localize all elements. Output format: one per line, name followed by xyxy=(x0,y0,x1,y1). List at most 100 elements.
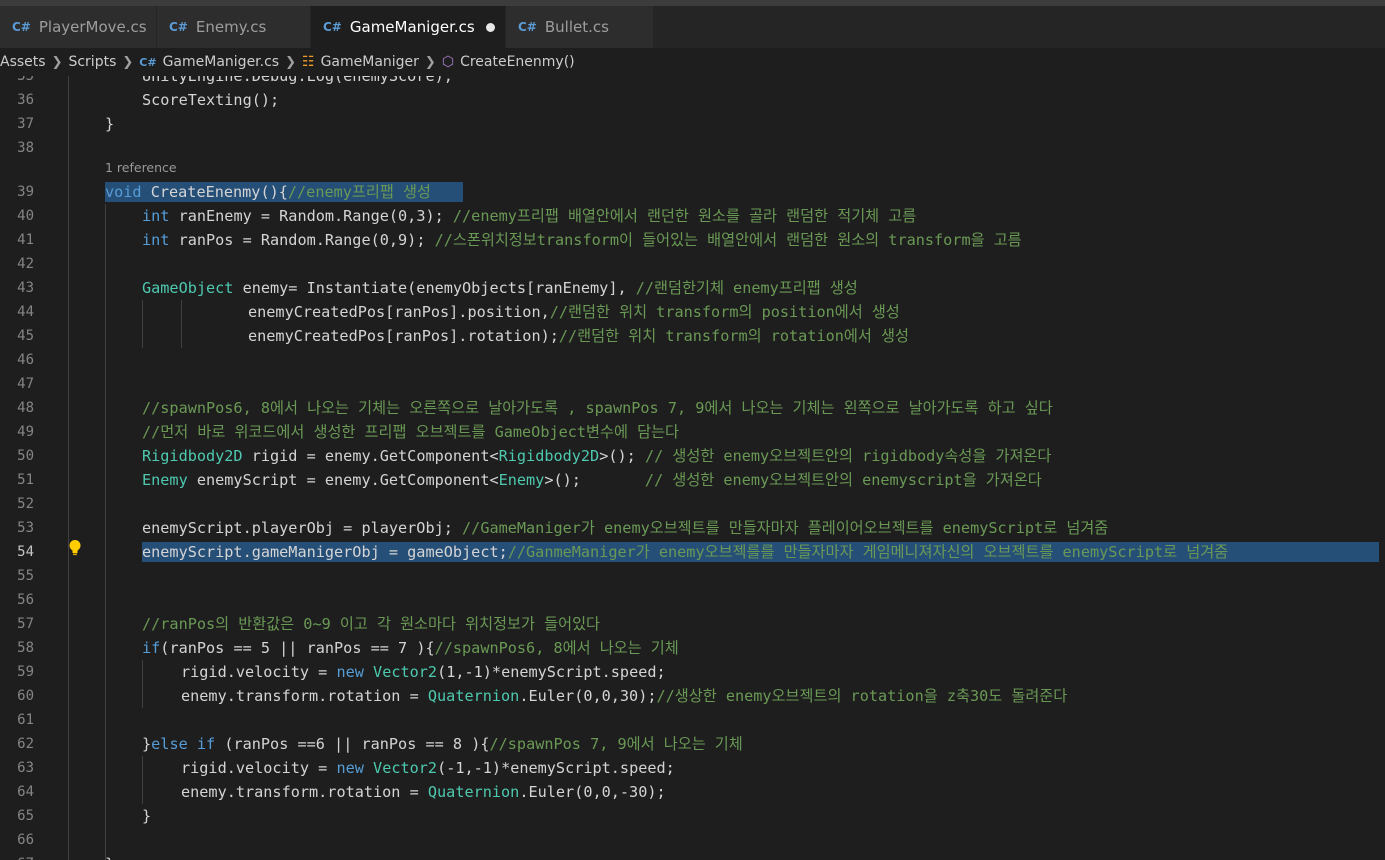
line-number: 61 xyxy=(17,712,34,728)
code-token: enemyCreatedPos[ranPos].rotation); xyxy=(248,327,559,345)
code-line-65[interactable]: 65} xyxy=(0,804,1385,828)
line-number: 42 xyxy=(17,256,34,272)
tab-gamemaniger-cs[interactable]: C# GameManiger.cs xyxy=(311,6,506,48)
unsaved-dot-icon[interactable] xyxy=(485,22,495,32)
code-line-51[interactable]: 51 Enemy enemyScript = enemy.GetComponent… xyxy=(0,468,1385,492)
code-line-44[interactable]: 44 enemyCreatedPos[ranPos].position,//랜덤한… xyxy=(0,300,1385,324)
code-line-46[interactable]: 46 xyxy=(0,348,1385,372)
code-line-61[interactable]: 61 xyxy=(0,708,1385,732)
code-line-67[interactable]: 67} xyxy=(0,852,1385,860)
code-line-62[interactable]: 62}else if (ranPos ==6 || ranPos == 8 ){… xyxy=(0,732,1385,756)
code-comment: //먼저 바로 위코드에서 생성한 프리팹 오브젝트를 GameObject변수… xyxy=(142,423,680,441)
code-token: >(); xyxy=(544,471,645,489)
tab-label: Enemy.cs xyxy=(195,18,267,36)
code-token: enemyScript.gameManigerObj = gameObject; xyxy=(142,543,508,561)
code-text: enemy.transform.rotation = Quaternion.Eu… xyxy=(181,780,666,804)
code-token: rigid.velocity = xyxy=(181,759,337,777)
line-number: 60 xyxy=(17,688,34,704)
chevron-right-icon: ❯ xyxy=(51,54,63,70)
code-line-52[interactable]: 52 xyxy=(0,492,1385,516)
code-keyword: new xyxy=(336,759,364,777)
code-line-40[interactable]: 40 int ranEnemy = Random.Range(0,3); //en… xyxy=(0,204,1385,228)
code-text: enemyCreatedPos[ranPos].position,//랜덤한 위… xyxy=(248,300,900,324)
code-line-53[interactable]: 53 enemyScript.playerObj = playerObj; //G… xyxy=(0,516,1385,540)
line-number: 46 xyxy=(17,352,34,368)
tab-playermove-cs[interactable]: C# PlayerMove.cs xyxy=(0,6,157,48)
line-number: 45 xyxy=(17,328,34,344)
tab-bullet-cs[interactable]: C# Bullet.cs xyxy=(506,6,654,48)
code-token: enemy.transform.rotation = xyxy=(181,687,428,705)
code-line-58[interactable]: 58 if(ranPos == 5 || ranPos == 7 ){//spaw… xyxy=(0,636,1385,660)
code-token: CreateEnenmy(){ xyxy=(141,183,288,201)
code-line-41[interactable]: 41 int ranPos = Random.Range(0,9); //스폰위치… xyxy=(0,228,1385,252)
code-text: //먼저 바로 위코드에서 생성한 프리팹 오브젝트를 GameObject변수… xyxy=(142,420,679,444)
breadcrumb-scripts[interactable]: Scripts xyxy=(68,54,116,70)
line-number: 38 xyxy=(17,140,34,156)
code-line-50[interactable]: 50 Rigidbody2D rigid = enemy.GetComponent… xyxy=(0,444,1385,468)
code-token: UnityEngine.Debug.Log(enemyScore); xyxy=(142,76,453,85)
breadcrumb-file[interactable]: GameManiger.cs xyxy=(163,54,280,70)
code-line-35[interactable]: 35 UnityEngine.Debug.Log(enemyScore); xyxy=(0,76,1385,88)
code-editor[interactable]: 1 reference 35 UnityEngine.Debug.Log(enem… xyxy=(0,76,1385,860)
code-token: >(); xyxy=(599,447,645,465)
breadcrumb-class[interactable]: GameManiger xyxy=(321,54,419,70)
breadcrumb-method[interactable]: CreateEnenmy() xyxy=(460,54,575,70)
code-text: //ranPos의 반환값은 0~9 이고 각 원소마다 위치정보가 들어있다 xyxy=(142,612,600,636)
code-line-42[interactable]: 42 xyxy=(0,252,1385,276)
code-text: ScoreTexting(); xyxy=(142,88,279,112)
line-number: 39 xyxy=(17,184,34,200)
code-text: //spawnPos6, 8에서 나오는 기체는 오른쪽으로 날아가도록 , s… xyxy=(142,396,1053,420)
code-line-60[interactable]: 60 enemy.transform.rotation = Quaternion.… xyxy=(0,684,1385,708)
csharp-file-icon: C# xyxy=(323,20,342,34)
line-number: 35 xyxy=(17,76,34,84)
code-token: .Euler(0,0,-30); xyxy=(519,783,666,801)
code-keyword: void xyxy=(105,183,142,201)
code-token: (ranPos == 5 || ranPos == 7 ){ xyxy=(160,639,435,657)
code-type: Rigidbody2D xyxy=(142,447,243,465)
code-line-55[interactable]: 55 xyxy=(0,564,1385,588)
code-line-59[interactable]: 59 rigid.velocity = new Vector2(1,-1)*ene… xyxy=(0,660,1385,684)
breadcrumb: Assets ❯ Scripts ❯ C# GameManiger.cs ❯ ☷… xyxy=(0,48,1385,76)
code-line-57[interactable]: 57 //ranPos의 반환값은 0~9 이고 각 원소마다 위치정보가 들어있… xyxy=(0,612,1385,636)
line-number: 67 xyxy=(0,852,34,860)
code-line-36[interactable]: 36 ScoreTexting(); xyxy=(0,88,1385,112)
line-number: 54 xyxy=(17,544,34,560)
code-text: enemy.transform.rotation = Quaternion.Eu… xyxy=(181,684,1067,708)
chevron-right-icon: ❯ xyxy=(424,54,436,70)
code-keyword: if xyxy=(142,639,161,657)
code-token: } xyxy=(105,855,114,860)
line-number: 51 xyxy=(17,472,34,488)
code-line-47[interactable]: 47 xyxy=(0,372,1385,396)
code-comment: //ranPos의 반환값은 0~9 이고 각 원소마다 위치정보가 들어있다 xyxy=(142,615,601,633)
code-keyword: int xyxy=(142,207,170,225)
code-token: ScoreTexting(); xyxy=(142,91,280,109)
code-line-64[interactable]: 64 enemy.transform.rotation = Quaternion.… xyxy=(0,780,1385,804)
code-line-49[interactable]: 49 //먼저 바로 위코드에서 생성한 프리팹 오브젝트를 GameObject… xyxy=(0,420,1385,444)
line-number: 49 xyxy=(17,424,34,440)
code-line-63[interactable]: 63 rigid.velocity = new Vector2(-1,-1)*en… xyxy=(0,756,1385,780)
code-line-56[interactable]: 56 xyxy=(0,588,1385,612)
code-line-43[interactable]: 43 GameObject enemy= Instantiate(enemyObj… xyxy=(0,276,1385,300)
code-keyword: int xyxy=(142,231,170,249)
code-text: GameObject enemy= Instantiate(enemyObjec… xyxy=(142,276,858,300)
code-token: } xyxy=(105,115,115,133)
csharp-file-icon: C# xyxy=(169,20,188,34)
line-number: 37 xyxy=(17,116,34,132)
code-text: Enemy enemyScript = enemy.GetComponent<E… xyxy=(142,468,1042,492)
code-comment: //생상한 enemy오브젝트의 rotation을 z축30도 돌려준다 xyxy=(656,687,1068,705)
code-comment: //랜덤한 위치 transform의 position에서 생성 xyxy=(549,303,900,321)
code-line-54[interactable]: 54 enemyScript.gameManigerObj = gameObjec… xyxy=(0,540,1385,564)
code-line-39[interactable]: 39 void CreateEnenmy(){//enemy프리팹 생성 xyxy=(0,180,1385,204)
tab-label: Bullet.cs xyxy=(544,18,609,36)
code-line-38[interactable]: 38 xyxy=(0,136,1385,160)
code-line-66[interactable]: 66 xyxy=(0,828,1385,852)
tab-enemy-cs[interactable]: C# Enemy.cs xyxy=(157,6,311,48)
line-number: 36 xyxy=(17,92,34,108)
code-token: enemy.transform.rotation = xyxy=(181,783,428,801)
code-line-48[interactable]: 48 //spawnPos6, 8에서 나오는 기체는 오른쪽으로 날아가도록 ,… xyxy=(0,396,1385,420)
breadcrumb-assets[interactable]: Assets xyxy=(0,54,46,70)
code-line-45[interactable]: 45 enemyCreatedPos[ranPos].rotation);//랜덤… xyxy=(0,324,1385,348)
code-line-37[interactable]: 37} xyxy=(0,112,1385,136)
